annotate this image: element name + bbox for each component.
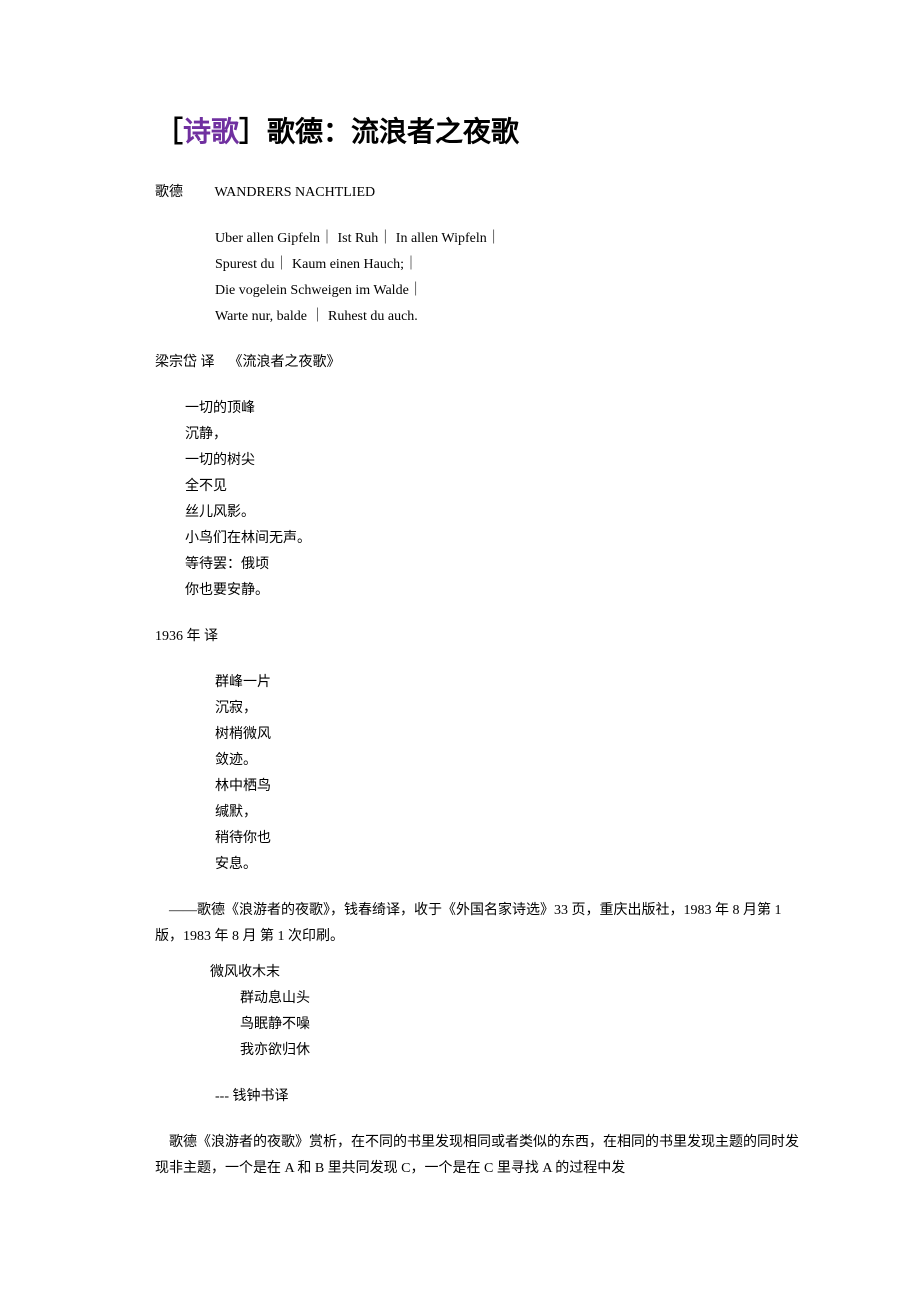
original-line: Uber allen Gipfeln｜ Ist Ruh｜ In allen Wi… (215, 226, 805, 252)
attribution3: --- 钱钟书译 (215, 1084, 805, 1110)
category-label: 诗歌 (183, 116, 239, 147)
translation2-line: 安息。 (215, 852, 805, 878)
analysis-paragraph: 歌德《浪游者的夜歌》赏析，在不同的书里发现相同或者类似的东西，在相同的书里发现主… (155, 1130, 805, 1182)
original-line: Spurest du｜ Kaum einen Hauch;｜ (215, 252, 805, 278)
page-title: ［诗歌］歌德：流浪者之夜歌 (155, 110, 805, 150)
translation2-line: 沉寂， (215, 696, 805, 722)
translation2-line: 缄默， (215, 800, 805, 826)
translator1-header: 梁宗岱 译 《流浪者之夜歌》 (155, 350, 805, 376)
translation1-line: 丝儿风影。 (185, 500, 805, 526)
translation3-line: 我亦欲归休 (240, 1038, 805, 1064)
translation1-line: 一切的树尖 (185, 448, 805, 474)
translation2-line: 稍待你也 (215, 826, 805, 852)
citation-text: ——歌德《浪游者的夜歌》，钱春绮译，收于《外国名家诗选》33 页，重庆出版社，1… (155, 898, 805, 950)
translation2-line: 树梢微风 (215, 722, 805, 748)
translation3: 微风收木末 群动息山头 鸟眠静不噪 我亦欲归休 (210, 960, 805, 1064)
translation1-line: 一切的顶峰 (185, 396, 805, 422)
year-line: 1936 年 译 (155, 624, 805, 650)
translation2-line: 敛迹。 (215, 748, 805, 774)
bracket-close: ］ (239, 116, 267, 147)
translation1-line: 等待罢：俄顷 (185, 552, 805, 578)
translation3-line: 群动息山头 (240, 986, 805, 1012)
translation2-line: 群峰一片 (215, 670, 805, 696)
translation1-line: 你也要安静。 (185, 578, 805, 604)
translation1-line: 小鸟们在林间无声。 (185, 526, 805, 552)
translation1-line: 沉静， (185, 422, 805, 448)
translation2-line: 林中栖鸟 (215, 774, 805, 800)
translation3-line: 鸟眠静不噪 (240, 1012, 805, 1038)
author-line: 歌德 WANDRERS NACHTLIED (155, 180, 805, 206)
translation2: 群峰一片 沉寂， 树梢微风 敛迹。 林中栖鸟 缄默， 稍待你也 安息。 (215, 670, 805, 878)
translation3-line: 微风收木末 (210, 960, 805, 986)
translation1-line: 全不见 (185, 474, 805, 500)
original-line: Warte nur, balde ｜ Ruhest du auch. (215, 304, 805, 330)
title-text: 歌德：流浪者之夜歌 (267, 116, 519, 147)
original-line: Die vogelein Schweigen im Walde｜ (215, 278, 805, 304)
bracket-open: ［ (155, 116, 183, 147)
translation1: 一切的顶峰 沉静， 一切的树尖 全不见 丝儿风影。 小鸟们在林间无声。 等待罢：… (185, 396, 805, 604)
original-poem: Uber allen Gipfeln｜ Ist Ruh｜ In allen Wi… (215, 226, 805, 330)
